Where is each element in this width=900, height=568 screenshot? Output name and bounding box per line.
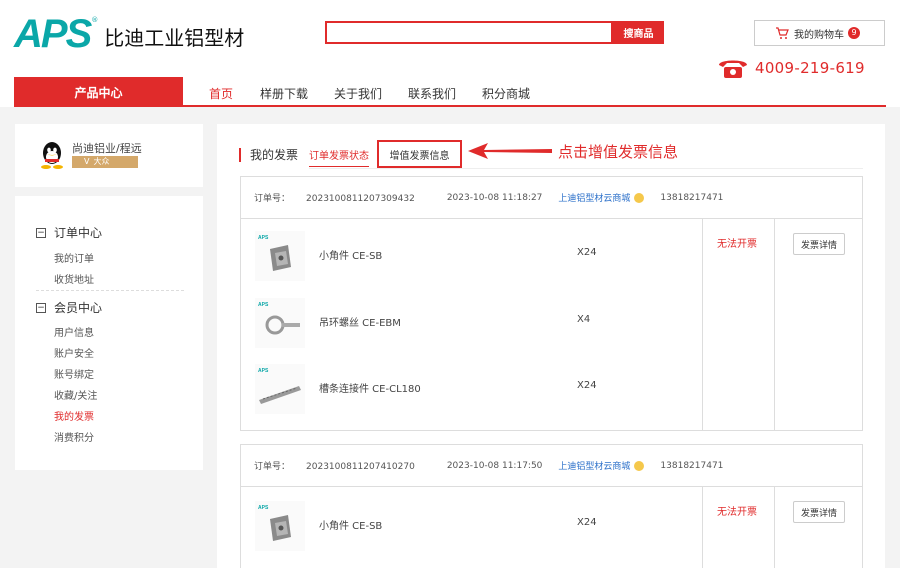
product-name[interactable]: 槽条连接件 CE-CL180 (319, 380, 421, 395)
sidebar-item-account-security[interactable]: 账户安全 (54, 345, 94, 360)
shop-link[interactable]: 上迪铝型材云商城 (558, 459, 630, 472)
hotline: 4009-219-619 (717, 57, 865, 79)
product-thumbnail[interactable]: APS (255, 364, 305, 414)
order-number-value: 2023100811207309432 (306, 194, 415, 204)
order-number: 订单号： 2023100811207410270 (254, 459, 431, 472)
user-card: 尚迪铝业/程远 V 大众 (15, 124, 203, 187)
section-member-center[interactable]: − 会员中心 (36, 299, 102, 316)
svg-text:APS: APS (258, 235, 269, 241)
annotation-text: 点击增值发票信息 (558, 143, 679, 161)
nav-product-center[interactable]: 产品中心 (14, 77, 183, 107)
logo-mark: APS (14, 12, 92, 56)
avatar[interactable] (39, 141, 65, 169)
order-time: 2023-10-08 11:18:27 (446, 192, 543, 203)
product-thumbnail[interactable]: APS (255, 501, 305, 551)
order-number-label: 订单号： (254, 462, 291, 472)
order-phone: 13818217471 (660, 192, 724, 203)
cart-icon (776, 26, 789, 39)
shop-emoji-icon (634, 460, 645, 471)
collapse-icon[interactable]: − (36, 302, 46, 313)
product-quantity: X4 (577, 314, 591, 325)
sidebar-item-points[interactable]: 消费积分 (54, 429, 94, 444)
nav-item-catalog-download[interactable]: 样册下载 (260, 85, 308, 102)
sidebar-item-address[interactable]: 收货地址 (54, 271, 94, 286)
sidebar-item-favorites[interactable]: 收藏/关注 (54, 387, 97, 402)
product-name[interactable]: 小角件 CE-SB (319, 517, 382, 532)
product-quantity: X24 (577, 380, 597, 391)
logo-text: 比迪工业铝型材 (104, 26, 245, 50)
svg-text:APS: APS (258, 505, 269, 511)
cart-count-badge: 9 (848, 27, 860, 39)
product-thumbnail[interactable]: APS (255, 298, 305, 348)
cart-label: 我的购物车 (794, 29, 844, 41)
action-column: 发票详情 (774, 219, 864, 431)
invoice-detail-button[interactable]: 发票详情 (793, 501, 845, 523)
shop-link[interactable]: 上迪铝型材云商城 (558, 191, 630, 204)
main-nav: 产品中心 首页 样册下载 关于我们 联系我们 积分商城 (0, 77, 900, 107)
phone-icon (719, 60, 747, 78)
logo[interactable]: APS ® 比迪工业铝型材 (14, 12, 245, 56)
list-item: APS 小角件 CE-SB X24 (241, 501, 702, 561)
invoice-status: 无法开票 (717, 239, 757, 250)
sidebar-item-user-info[interactable]: 用户信息 (54, 324, 94, 339)
sidebar-item-my-invoices[interactable]: 我的发票 (54, 408, 94, 423)
product-name[interactable]: 小角件 CE-SB (319, 247, 382, 262)
user-name: 尚迪铝业/程远 (72, 142, 142, 155)
tab-invoice-status[interactable]: 订单发票状态 (309, 147, 369, 167)
sidebar-item-my-orders[interactable]: 我的订单 (54, 250, 94, 265)
status-column: 无法开票 (702, 219, 774, 431)
search-input[interactable] (325, 21, 613, 44)
page: APS ® 比迪工业铝型材 搜商品 我的购物车 9 4009-219-619 产… (0, 0, 900, 568)
registered-icon: ® (91, 16, 99, 24)
member-level-badge: V 大众 (72, 156, 138, 168)
hotline-number: 4009-219-619 (755, 59, 865, 77)
items-column: APS 小角件 CE-SB X24 APS 吊环螺丝 CE-EBM X4 APS… (241, 219, 702, 431)
svg-text:APS: APS (258, 302, 269, 308)
items-column: APS 小角件 CE-SB X24 (241, 487, 702, 568)
order-card: 订单号： 2023100811207410270 2023-10-08 11:17… (240, 444, 863, 568)
action-column: 发票详情 (774, 487, 864, 568)
nav-item-contact[interactable]: 联系我们 (408, 85, 456, 102)
main-panel: 我的发票 订单发票状态 增值发票信息 点击增值发票信息 订单号： 20231008… (217, 124, 885, 568)
order-body: APS 小角件 CE-SB X24 无法开票 发票详情 (241, 487, 862, 568)
section-title: 会员中心 (54, 301, 103, 315)
list-item: APS 槽条连接件 CE-CL180 X24 (241, 364, 702, 424)
order-header: 订单号： 2023100811207410270 2023-10-08 11:17… (241, 445, 862, 487)
tab-vat-invoice-info[interactable]: 增值发票信息 (377, 140, 462, 168)
status-column: 无法开票 (702, 487, 774, 568)
svg-text:APS: APS (258, 368, 269, 374)
list-item: APS 小角件 CE-SB X24 (241, 231, 702, 291)
nav-item-home[interactable]: 首页 (209, 85, 233, 102)
sidebar: − 订单中心 我的订单 收货地址 − 会员中心 用户信息 账户安全 账号绑定 收藏/… (15, 196, 203, 470)
section-title: 订单中心 (54, 226, 103, 240)
nav-item-about[interactable]: 关于我们 (334, 85, 382, 102)
sidebar-item-account-binding[interactable]: 账号绑定 (54, 366, 94, 381)
divider (36, 290, 184, 291)
collapse-icon[interactable]: − (36, 227, 46, 238)
product-name[interactable]: 吊环螺丝 CE-EBM (319, 314, 401, 329)
invoice-status: 无法开票 (717, 507, 757, 518)
order-card: 订单号： 2023100811207309432 2023-10-08 11:18… (240, 176, 863, 431)
product-quantity: X24 (577, 247, 597, 258)
page-title: 我的发票 (239, 148, 298, 162)
nav-item-points-mall[interactable]: 积分商城 (482, 85, 530, 102)
tabs-underline (309, 168, 863, 169)
order-number-value: 2023100811207410270 (306, 462, 415, 472)
order-number-label: 订单号： (254, 194, 291, 204)
member-level: 大众 (93, 157, 110, 166)
list-item: APS 吊环螺丝 CE-EBM X4 (241, 298, 702, 358)
product-quantity: X24 (577, 517, 597, 528)
invoice-detail-button[interactable]: 发票详情 (793, 233, 845, 255)
shop-emoji-icon (634, 192, 645, 203)
order-time: 2023-10-08 11:17:50 (446, 460, 543, 471)
arrow-left-icon (468, 143, 552, 159)
order-header: 订单号： 2023100811207309432 2023-10-08 11:18… (241, 177, 862, 219)
section-order-center[interactable]: − 订单中心 (36, 224, 102, 241)
search-button[interactable]: 搜商品 (613, 21, 664, 44)
product-thumbnail[interactable]: APS (255, 231, 305, 281)
order-body: APS 小角件 CE-SB X24 APS 吊环螺丝 CE-EBM X4 APS… (241, 219, 862, 431)
order-number: 订单号： 2023100811207309432 (254, 191, 431, 204)
cart-button[interactable]: 我的购物车 9 (754, 20, 885, 46)
order-phone: 13818217471 (660, 460, 724, 471)
